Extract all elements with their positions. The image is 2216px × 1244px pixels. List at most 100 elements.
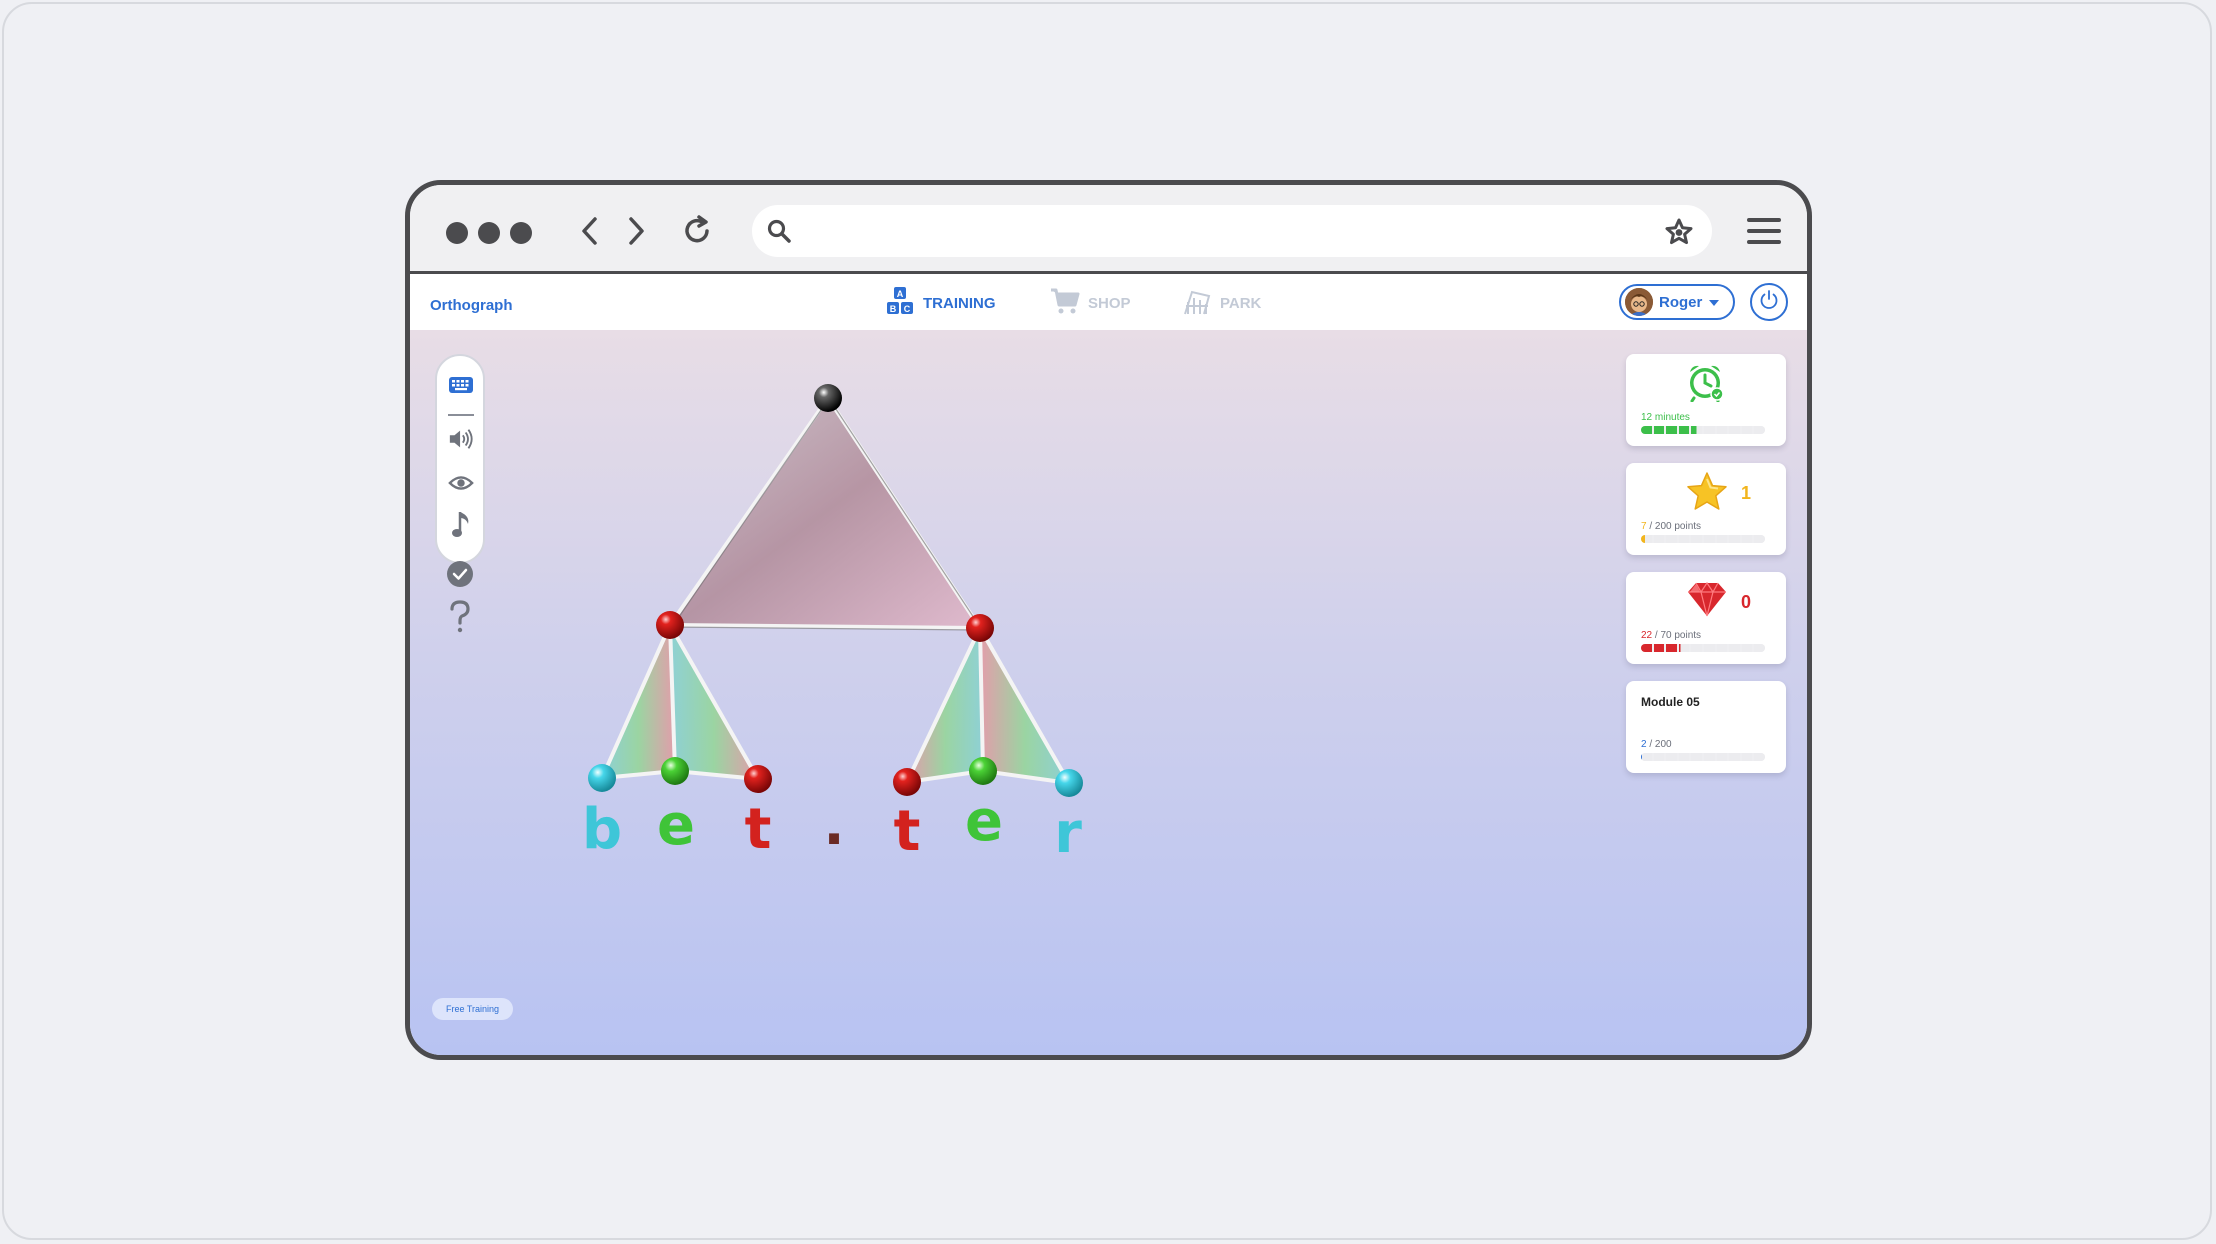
node-e-2 [969, 757, 997, 785]
gems-points-label: 22 / 70 points [1641, 630, 1701, 641]
progress-segment [1678, 644, 1690, 652]
node-t-2 [893, 768, 921, 796]
user-name: Roger [1659, 293, 1703, 311]
progress-segment [1754, 753, 1765, 761]
module-card[interactable]: Module 05 2 / 200 [1626, 681, 1786, 773]
svg-text:A: A [897, 289, 904, 299]
stars-points-label: 7 / 200 points [1641, 521, 1701, 532]
progress-segment [1741, 753, 1753, 761]
gem-icon [1684, 580, 1730, 623]
gems-label-rest: / 70 points [1652, 630, 1702, 641]
url-input[interactable] [808, 215, 1652, 249]
progress-segment [1729, 753, 1740, 761]
progress-segment [1691, 644, 1702, 652]
progress-segment [1729, 644, 1740, 652]
window-dot-2[interactable] [478, 222, 500, 244]
time-card: 12 minutes [1626, 354, 1786, 446]
letter-5: e [965, 789, 1003, 854]
progress-segment [1754, 535, 1765, 543]
node-r [1055, 769, 1083, 797]
word-tree-scene: b e t . t e r [582, 384, 1083, 866]
module-progress-bar [1641, 753, 1765, 761]
node-e-1 [661, 757, 689, 785]
progress-segment [1741, 644, 1753, 652]
progress-segment [1641, 426, 1652, 434]
node-t-1 [744, 765, 772, 793]
abc-blocks-icon: A B C [885, 286, 915, 320]
node-b [588, 764, 616, 792]
power-button[interactable] [1750, 283, 1788, 321]
stars-count: 1 [1741, 483, 1752, 503]
progress-segment [1666, 426, 1677, 434]
module-title: Module 05 [1641, 695, 1700, 709]
svg-text:B: B [890, 304, 897, 314]
progress-segment [1703, 753, 1715, 761]
park-icon [1182, 286, 1212, 320]
brand-link[interactable]: Orthograph [430, 297, 513, 314]
star-icon [1684, 471, 1730, 518]
progress-segment [1754, 644, 1765, 652]
progress-segment [1741, 535, 1753, 543]
back-icon[interactable] [570, 211, 610, 251]
stars-progress-bar [1641, 535, 1765, 543]
stars-label-rest: / 200 points [1646, 521, 1702, 532]
alarm-clock-icon [1684, 362, 1726, 407]
letter-2: t [745, 797, 772, 862]
progress-segment [1716, 644, 1728, 652]
letter-0: b [582, 797, 622, 862]
progress-segment [1641, 535, 1652, 543]
user-menu-button[interactable]: Roger [1619, 284, 1735, 320]
gems-card: 0 22 / 70 points [1626, 572, 1786, 664]
stars-card: 1 7 / 200 points [1626, 463, 1786, 555]
letter-6: r [1054, 801, 1082, 866]
letter-1: e [657, 793, 695, 858]
window-dot-3[interactable] [510, 222, 532, 244]
nav-training[interactable]: A B C TRAINING [885, 286, 996, 320]
search-icon [766, 218, 792, 249]
nav-shop-label: SHOP [1088, 294, 1131, 312]
nav-park-label: PARK [1220, 294, 1262, 312]
nav-shop[interactable]: SHOP [1050, 286, 1131, 320]
progress-segment [1666, 753, 1677, 761]
letter-4: t [894, 799, 921, 864]
top-triangle-face [670, 398, 980, 628]
time-progress-bar [1641, 426, 1765, 434]
reload-icon[interactable] [677, 211, 717, 251]
bookmark-star-icon[interactable] [1664, 217, 1694, 252]
module-points-label: 2 / 200 [1641, 739, 1672, 750]
word-letters: b e t . t e r [582, 789, 1082, 866]
browser-chrome [410, 185, 1807, 274]
progress-segment [1716, 753, 1728, 761]
nav-park[interactable]: PARK [1182, 286, 1261, 320]
nav-training-label: TRAINING [923, 294, 996, 312]
chevron-down-icon [1708, 294, 1720, 311]
forward-icon[interactable] [616, 211, 656, 251]
progress-segment [1678, 426, 1690, 434]
progress-segment [1741, 426, 1753, 434]
training-mode-badge[interactable]: Free Training [432, 998, 514, 1020]
progress-segment [1703, 644, 1715, 652]
hamburger-menu-icon[interactable] [1747, 217, 1781, 250]
progress-segment [1754, 426, 1765, 434]
module-label-rest: / 200 [1646, 739, 1672, 750]
progress-segment [1691, 535, 1702, 543]
progress-segment [1666, 535, 1677, 543]
avatar [1625, 288, 1653, 316]
svg-text:C: C [904, 304, 911, 314]
progress-segment [1641, 753, 1652, 761]
progress-segment [1729, 426, 1740, 434]
progress-segment [1716, 426, 1728, 434]
gems-progress-bar [1641, 644, 1765, 652]
letter-3: . [823, 793, 844, 858]
progress-segment [1691, 426, 1702, 434]
progress-segment [1666, 644, 1677, 652]
node-right-syllable [966, 614, 994, 642]
progress-segment [1703, 535, 1715, 543]
progress-segment [1653, 644, 1665, 652]
progress-segment [1653, 535, 1665, 543]
address-bar[interactable] [752, 205, 1712, 257]
gems-current: 22 [1641, 630, 1653, 641]
window-dot-1[interactable] [446, 222, 468, 244]
progress-segment [1653, 753, 1665, 761]
progress-segment [1653, 426, 1665, 434]
